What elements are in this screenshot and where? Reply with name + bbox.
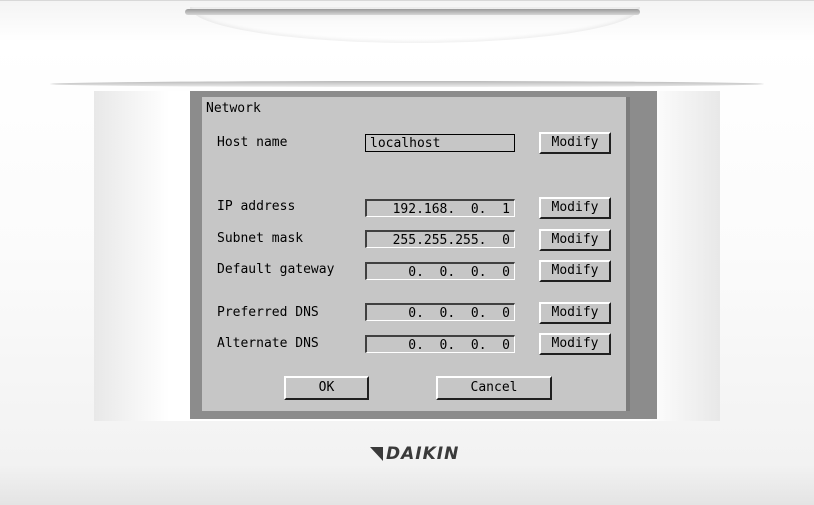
brand-logo: DAIKIN [370, 444, 459, 464]
subnet-mask-field[interactable]: 255.255.255. 0 [365, 230, 515, 248]
ip-address-label: IP address [217, 199, 296, 214]
alternate-dns-modify-button[interactable]: Modify [539, 333, 611, 355]
alternate-dns-field[interactable]: 0. 0. 0. 0 [365, 335, 515, 353]
default-gateway-label: Default gateway [217, 262, 335, 277]
bezel-line [50, 81, 764, 87]
default-gateway-modify-button[interactable]: Modify [539, 260, 611, 282]
host-name-modify-button[interactable]: Modify [539, 132, 611, 154]
network-settings-screen: Network Host name localhost Modify IP ad… [202, 97, 630, 411]
host-name-field[interactable]: localhost [365, 134, 515, 152]
brand-name: DAIKIN [386, 444, 460, 464]
daikin-triangle-icon [370, 447, 383, 461]
default-gateway-field[interactable]: 0. 0. 0. 0 [365, 262, 515, 280]
preferred-dns-modify-button[interactable]: Modify [539, 302, 611, 324]
preferred-dns-field[interactable]: 0. 0. 0. 0 [365, 303, 515, 321]
subnet-mask-modify-button[interactable]: Modify [539, 229, 611, 251]
ip-address-modify-button[interactable]: Modify [539, 197, 611, 219]
alternate-dns-label: Alternate DNS [217, 336, 319, 351]
ok-button[interactable]: OK [284, 376, 369, 400]
page-title: Network [206, 101, 261, 116]
preferred-dns-label: Preferred DNS [217, 305, 319, 320]
device-body: Network Host name localhost Modify IP ad… [0, 0, 814, 505]
ip-address-field[interactable]: 192.168. 0. 1 [365, 199, 515, 217]
host-name-label: Host name [217, 135, 288, 150]
top-handle [185, 9, 640, 15]
subnet-mask-label: Subnet mask [217, 231, 304, 246]
cancel-button[interactable]: Cancel [436, 376, 552, 400]
